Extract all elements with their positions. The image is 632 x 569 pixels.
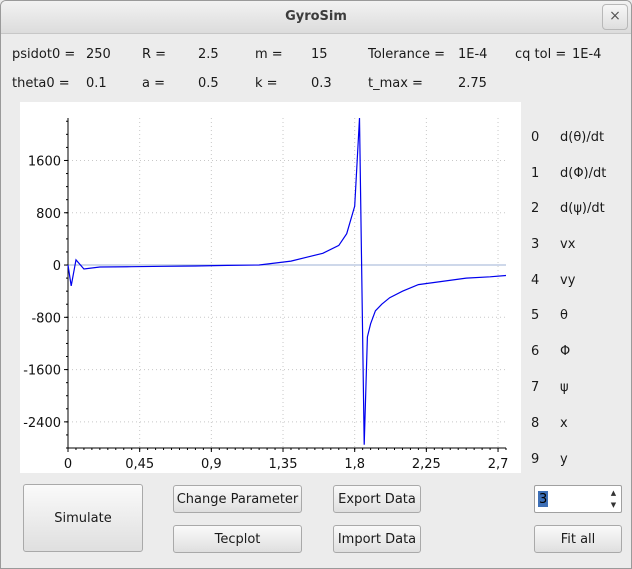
param-label-k: k = (255, 76, 278, 91)
channel-num-4: 4 (531, 273, 540, 288)
x-tick-label: 0 (64, 457, 72, 472)
tecplot-button[interactable]: Tecplot (173, 525, 302, 553)
line-chart[interactable]: 0 0,45 0,9 1,35 1,8 2,25 2,7 1600 800 0 -800 -1600 -… (20, 102, 521, 473)
channel-num-9: 9 (531, 452, 540, 467)
window-title: GyroSim (285, 9, 347, 24)
simulate-button[interactable]: Simulate (23, 484, 143, 552)
channel-name-9: y (560, 452, 568, 467)
channel-num-0: 0 (531, 130, 540, 145)
fit-all-button[interactable]: Fit all (534, 525, 622, 553)
plot-area[interactable]: 0 0,45 0,9 1,35 1,8 2,25 2,7 1600 800 0 -800 -1600 -… (20, 102, 521, 473)
x-tick-label: 0,9 (201, 457, 222, 472)
param-label-tolerance: Tolerance = (368, 47, 446, 62)
gyrosim-window: GyroSim × psidot0 = 250 R = 2.5 m = 15 T… (0, 0, 632, 569)
param-label-psidot0: psidot0 = (12, 47, 76, 62)
channel-name-8: x (560, 416, 568, 431)
y-tick-label: -800 (31, 311, 61, 326)
channel-name-1: d(Φ)/dt (560, 166, 607, 181)
param-value-cq-tol: 1E-4 (572, 47, 602, 62)
x-tick-label: 0,45 (125, 457, 154, 472)
y-tick-label: 800 (36, 207, 61, 222)
channel-num-3: 3 (531, 237, 540, 252)
channel-name-6: Φ (560, 344, 571, 359)
y-tick-label: -2400 (23, 416, 61, 431)
title-bar[interactable]: GyroSim × (1, 1, 631, 34)
spin-up-icon[interactable]: ▲ (607, 487, 620, 499)
x-tick-label: 1,8 (344, 457, 365, 472)
channel-name-2: d(ψ)/dt (560, 201, 605, 216)
close-icon[interactable]: × (602, 4, 628, 30)
param-value-theta0: 0.1 (86, 76, 107, 91)
param-label-t-max: t_max = (368, 76, 423, 91)
spin-down-icon[interactable]: ▼ (607, 499, 620, 511)
channel-name-7: ψ (560, 380, 569, 395)
channel-spinbox-input[interactable] (537, 489, 609, 509)
param-value-psidot0: 250 (86, 47, 111, 62)
channel-num-2: 2 (531, 201, 540, 216)
param-label-theta0: theta0 = (12, 76, 70, 91)
channel-spinbox[interactable]: ▲ ▼ (534, 485, 622, 513)
y-tick-label: 1600 (28, 154, 61, 169)
import-data-button[interactable]: Import Data (333, 525, 421, 553)
x-tick-label: 2,7 (488, 457, 509, 472)
param-label-r: R = (142, 47, 167, 62)
param-label-cq-tol: cq tol = (515, 47, 567, 62)
channel-name-4: vy (560, 273, 576, 288)
y-tick-label: -1600 (23, 364, 61, 379)
param-value-k: 0.3 (311, 76, 332, 91)
export-data-button[interactable]: Export Data (333, 485, 421, 513)
param-value-t-max: 2.75 (458, 76, 487, 91)
channel-name-0: d(θ)/dt (560, 130, 605, 145)
channel-num-6: 6 (531, 344, 540, 359)
param-label-m: m = (255, 47, 283, 62)
param-label-a: a = (142, 76, 165, 91)
param-value-a: 0.5 (198, 76, 219, 91)
channel-name-5: θ (560, 308, 568, 323)
change-parameter-button[interactable]: Change Parameter (173, 485, 302, 513)
channel-num-7: 7 (531, 380, 540, 395)
param-value-r: 2.5 (198, 47, 219, 62)
x-tick-label: 2,25 (412, 457, 441, 472)
param-value-m: 15 (311, 47, 328, 62)
channel-name-3: vx (560, 237, 576, 252)
x-tick-label: 1,35 (269, 457, 298, 472)
y-tick-label: 0 (53, 259, 61, 274)
channel-num-1: 1 (531, 166, 540, 181)
param-value-tolerance: 1E-4 (458, 47, 488, 62)
channel-num-8: 8 (531, 416, 540, 431)
channel-num-5: 5 (531, 308, 540, 323)
series-line (67, 117, 507, 445)
